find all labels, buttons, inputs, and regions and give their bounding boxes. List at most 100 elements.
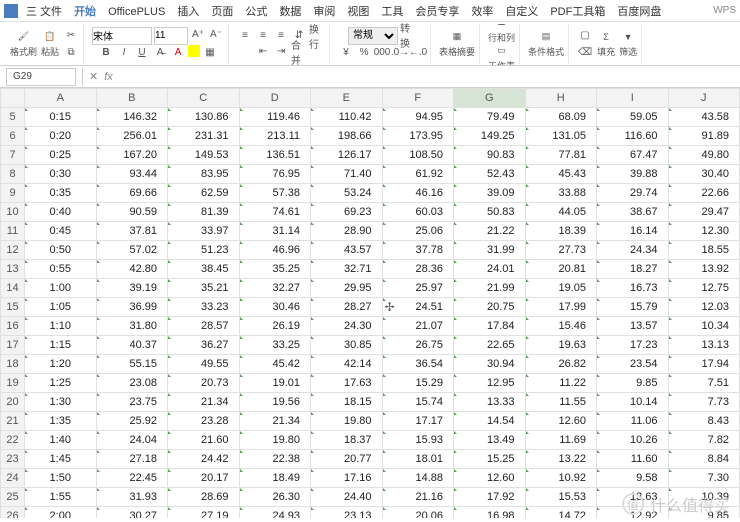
cell-J22[interactable]: 7.82 — [668, 431, 740, 450]
cell-A21[interactable]: 1:35 — [25, 412, 97, 431]
cell-C10[interactable]: 81.39 — [168, 203, 240, 222]
wrap-button[interactable]: 换行 — [309, 28, 325, 44]
fx-icon[interactable]: fx — [104, 71, 113, 83]
cell-A25[interactable]: 1:55 — [25, 488, 97, 507]
menu-item-5[interactable]: 公式 — [239, 4, 273, 20]
cell-D24[interactable]: 18.49 — [239, 469, 311, 488]
cell-F22[interactable]: 15.93 — [382, 431, 454, 450]
cell-G6[interactable]: 149.25 — [454, 127, 526, 146]
cell-G26[interactable]: 16.98 — [454, 507, 526, 519]
formula-bar[interactable]: ✕ fx — [82, 68, 740, 86]
cell-B5[interactable]: 146.32 — [96, 108, 168, 127]
cell-D11[interactable]: 31.14 — [239, 222, 311, 241]
cell-E13[interactable]: 32.71 — [311, 260, 383, 279]
cell-J21[interactable]: 8.43 — [668, 412, 740, 431]
cell-I22[interactable]: 10.26 — [597, 431, 669, 450]
cell-I8[interactable]: 39.88 — [597, 165, 669, 184]
cell-G12[interactable]: 31.99 — [454, 241, 526, 260]
comma-icon[interactable]: 000 — [374, 45, 390, 61]
cell-J18[interactable]: 17.94 — [668, 355, 740, 374]
cell-J17[interactable]: 13.13 — [668, 336, 740, 355]
cell-A12[interactable]: 0:50 — [25, 241, 97, 260]
cell-C5[interactable]: 130.86 — [168, 108, 240, 127]
cell-G22[interactable]: 13.49 — [454, 431, 526, 450]
cell-J12[interactable]: 18.55 — [668, 241, 740, 260]
cell-C22[interactable]: 21.60 — [168, 431, 240, 450]
cell-J7[interactable]: 49.80 — [668, 146, 740, 165]
cell-B7[interactable]: 167.20 — [96, 146, 168, 165]
cell-A8[interactable]: 0:30 — [25, 165, 97, 184]
bold-icon[interactable]: B — [98, 45, 114, 61]
cell-I7[interactable]: 67.47 — [597, 146, 669, 165]
cell-A24[interactable]: 1:50 — [25, 469, 97, 488]
cell-E12[interactable]: 43.57 — [311, 241, 383, 260]
cell-H25[interactable]: 15.53 — [525, 488, 597, 507]
cell-C18[interactable]: 49.55 — [168, 355, 240, 374]
cell-I19[interactable]: 9.85 — [597, 374, 669, 393]
cell-C9[interactable]: 62.59 — [168, 184, 240, 203]
cell-G5[interactable]: 79.49 — [454, 108, 526, 127]
format-painter-button[interactable]: 🖌格式刷 — [10, 30, 37, 58]
cell-E22[interactable]: 18.37 — [311, 431, 383, 450]
cell-G11[interactable]: 21.22 — [454, 222, 526, 241]
col-header-A[interactable]: A — [25, 89, 97, 108]
cell-D14[interactable]: 32.27 — [239, 279, 311, 298]
cell-E18[interactable]: 42.14 — [311, 355, 383, 374]
cell-C17[interactable]: 36.27 — [168, 336, 240, 355]
cell-E11[interactable]: 28.90 — [311, 222, 383, 241]
cell-F6[interactable]: 173.95 — [382, 127, 454, 146]
cell-G9[interactable]: 39.09 — [454, 184, 526, 203]
cell-I20[interactable]: 10.14 — [597, 393, 669, 412]
cell-D16[interactable]: 26.19 — [239, 317, 311, 336]
row-header[interactable]: 23 — [1, 450, 25, 469]
cell-C14[interactable]: 35.21 — [168, 279, 240, 298]
row-header[interactable]: 11 — [1, 222, 25, 241]
cell-B17[interactable]: 40.37 — [96, 336, 168, 355]
cell-A11[interactable]: 0:45 — [25, 222, 97, 241]
paste-button[interactable]: 📋粘贴 — [41, 30, 59, 58]
cell-H15[interactable]: 17.99 — [525, 298, 597, 317]
cell-J20[interactable]: 7.73 — [668, 393, 740, 412]
cell-C15[interactable]: 33.23 — [168, 298, 240, 317]
cell-F9[interactable]: 46.16 — [382, 184, 454, 203]
percent-icon[interactable]: % — [356, 45, 372, 61]
menu-item-6[interactable]: 数据 — [273, 4, 307, 20]
align-left-icon[interactable]: ≡ — [237, 28, 253, 44]
font-color-icon[interactable]: A — [170, 45, 186, 61]
cell-I5[interactable]: 59.05 — [597, 108, 669, 127]
cell-H5[interactable]: 68.09 — [525, 108, 597, 127]
cell-A20[interactable]: 1:30 — [25, 393, 97, 412]
cell-E26[interactable]: 23.13 — [311, 507, 383, 519]
cell-B24[interactable]: 22.45 — [96, 469, 168, 488]
cell-G18[interactable]: 30.94 — [454, 355, 526, 374]
spreadsheet-grid[interactable]: ABCDEFGHIJ 50:15146.32130.86119.46110.42… — [0, 88, 740, 518]
menu-item-14[interactable]: 百度网盘 — [611, 4, 667, 20]
cell-F26[interactable]: 20.06 — [382, 507, 454, 519]
cell-H22[interactable]: 11.69 — [525, 431, 597, 450]
cell-I23[interactable]: 11.60 — [597, 450, 669, 469]
cell-G13[interactable]: 24.01 — [454, 260, 526, 279]
col-header-C[interactable]: C — [168, 89, 240, 108]
cell-F21[interactable]: 17.17 — [382, 412, 454, 431]
cell-A26[interactable]: 2:00 — [25, 507, 97, 519]
cell-G24[interactable]: 12.60 — [454, 469, 526, 488]
cell-G23[interactable]: 15.25 — [454, 450, 526, 469]
cond-format-button[interactable]: ▤条件格式 — [528, 30, 564, 58]
cell-H10[interactable]: 44.05 — [525, 203, 597, 222]
cell-E25[interactable]: 24.40 — [311, 488, 383, 507]
cell-I11[interactable]: 16.14 — [597, 222, 669, 241]
increase-font-icon[interactable]: A⁺ — [190, 27, 206, 43]
menu-item-3[interactable]: 插入 — [171, 4, 205, 20]
col-header-H[interactable]: H — [525, 89, 597, 108]
cell-J13[interactable]: 13.92 — [668, 260, 740, 279]
menu-item-8[interactable]: 视图 — [341, 4, 375, 20]
cell-B11[interactable]: 37.81 — [96, 222, 168, 241]
cell-B6[interactable]: 256.01 — [96, 127, 168, 146]
cell-I16[interactable]: 13.57 — [597, 317, 669, 336]
col-header-J[interactable]: J — [668, 89, 740, 108]
cell-E6[interactable]: 198.66 — [311, 127, 383, 146]
cell-C8[interactable]: 83.95 — [168, 165, 240, 184]
cell-E8[interactable]: 71.40 — [311, 165, 383, 184]
cell-G8[interactable]: 52.43 — [454, 165, 526, 184]
cell-H6[interactable]: 131.05 — [525, 127, 597, 146]
